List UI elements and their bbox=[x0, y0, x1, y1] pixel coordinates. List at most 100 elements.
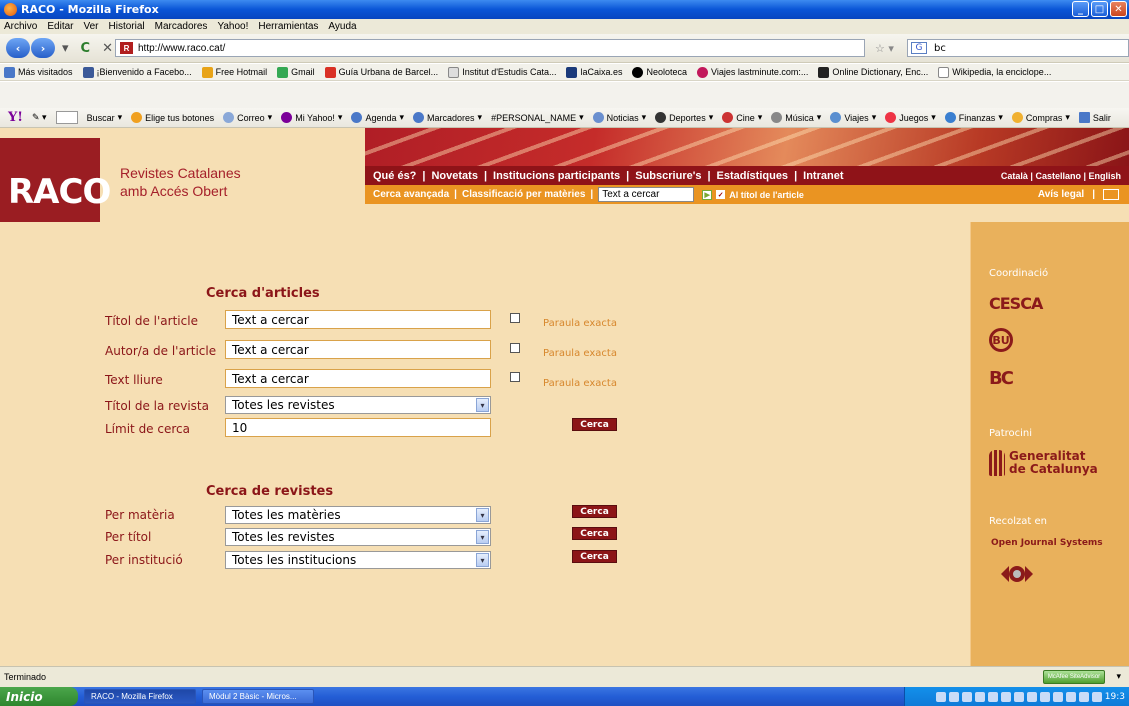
mcafee-siteadvisor-button[interactable]: McAfee SiteAdvisor bbox=[1043, 670, 1105, 684]
back-button[interactable]: ‹ bbox=[6, 38, 30, 58]
yahoo-cine-button[interactable]: Cine ▾ bbox=[722, 112, 762, 123]
cesca-logo[interactable]: CESCA bbox=[989, 294, 1043, 313]
yahoo-viajes-button[interactable]: Viajes ▾ bbox=[830, 112, 876, 123]
nav-classificacio[interactable]: Classificació per matèries bbox=[462, 189, 585, 200]
nav-subscriure[interactable]: Subscriure's bbox=[635, 170, 701, 182]
articles-search-button[interactable]: Cerca bbox=[572, 418, 617, 431]
start-button[interactable]: Inicio bbox=[0, 687, 78, 706]
tray-icon[interactable] bbox=[1000, 691, 1011, 702]
nav-novetats[interactable]: Novetats bbox=[431, 170, 477, 182]
legal-link[interactable]: Avís legal | bbox=[1038, 189, 1119, 200]
yahoo-search-button[interactable]: Buscar ▾ bbox=[87, 112, 123, 123]
menu-ayuda[interactable]: Ayuda bbox=[328, 21, 356, 32]
bookmark-item[interactable]: Institut d'Estudis Cata... bbox=[448, 66, 556, 78]
yahoo-logo-icon[interactable]: Y! bbox=[8, 110, 23, 125]
bookmark-item[interactable]: Wikipedia, la enciclope... bbox=[938, 66, 1051, 78]
menu-ver[interactable]: Ver bbox=[83, 21, 98, 32]
institution-select[interactable]: Totes les institucions ▾ bbox=[225, 551, 491, 569]
yahoo-pencil-icon[interactable]: ✎ ▾ bbox=[32, 112, 47, 123]
yahoo-finanzas-button[interactable]: Finanzas ▾ bbox=[944, 112, 1003, 123]
google-icon[interactable]: G bbox=[911, 42, 927, 54]
history-dropdown-icon[interactable]: ▾ bbox=[62, 41, 69, 56]
institution-search-button[interactable]: Cerca bbox=[572, 550, 617, 563]
chevron-down-icon[interactable]: ▾ bbox=[476, 508, 489, 522]
tray-icon[interactable] bbox=[1026, 691, 1037, 702]
chevron-down-icon[interactable]: ▾ bbox=[476, 553, 489, 567]
yahoo-correo-button[interactable]: Correo ▾ bbox=[223, 112, 272, 123]
bookmark-item[interactable]: laCaixa.es bbox=[566, 66, 622, 78]
raco-logo[interactable]: RACO bbox=[0, 138, 111, 222]
stop-icon[interactable]: ✕ bbox=[102, 41, 113, 56]
bc-logo[interactable]: BC bbox=[989, 368, 1014, 389]
quick-search-input[interactable]: Text a cercar bbox=[598, 187, 695, 202]
mcafee-dropdown-icon[interactable]: ▾ bbox=[1116, 671, 1121, 682]
menu-herramientas[interactable]: Herramientas bbox=[258, 21, 318, 32]
ojs-logo-icon[interactable] bbox=[1001, 564, 1033, 584]
by-title-search-button[interactable]: Cerca bbox=[572, 527, 617, 540]
tray-icon[interactable] bbox=[948, 691, 959, 702]
subject-search-button[interactable]: Cerca bbox=[572, 505, 617, 518]
taskbar-firefox[interactable]: RACO - Mozilla Firefox bbox=[84, 689, 196, 704]
bu-logo[interactable]: BU bbox=[989, 328, 1013, 352]
nav-institucions[interactable]: Institucions participants bbox=[493, 170, 620, 182]
tray-icon[interactable] bbox=[961, 691, 972, 702]
author-input[interactable]: Text a cercar bbox=[225, 340, 491, 359]
menu-editar[interactable]: Editar bbox=[47, 21, 73, 32]
tray-icon[interactable] bbox=[1039, 691, 1050, 702]
yahoo-agenda-button[interactable]: Agenda ▾ bbox=[351, 112, 404, 123]
nav-que-es[interactable]: Qué és? bbox=[373, 170, 416, 182]
yahoo-musica-button[interactable]: Música ▾ bbox=[771, 112, 821, 123]
subject-select[interactable]: Totes les matèries ▾ bbox=[225, 506, 491, 524]
minimize-button[interactable]: _ bbox=[1072, 1, 1089, 17]
tray-icon[interactable] bbox=[1052, 691, 1063, 702]
yahoo-elige-button[interactable]: Elige tus botones bbox=[131, 112, 214, 123]
author-exact-checkbox[interactable] bbox=[510, 343, 520, 353]
tray-icon[interactable] bbox=[935, 691, 946, 702]
tray-icon[interactable] bbox=[1091, 691, 1102, 702]
tray-icon[interactable] bbox=[1065, 691, 1076, 702]
tray-icon[interactable] bbox=[1013, 691, 1024, 702]
yahoo-personal-button[interactable]: #PERSONAL_NAME ▾ bbox=[491, 112, 584, 123]
limit-input[interactable]: 10 bbox=[225, 418, 491, 437]
search-input[interactable]: G bc bbox=[907, 39, 1129, 57]
bookmark-item[interactable]: Neoloteca bbox=[632, 66, 687, 78]
journal-select[interactable]: Totes les revistes ▾ bbox=[225, 396, 491, 414]
menu-archivo[interactable]: Archivo bbox=[4, 21, 37, 32]
maximize-button[interactable]: □ bbox=[1091, 1, 1108, 17]
title-exact-checkbox[interactable] bbox=[510, 313, 520, 323]
reload-icon[interactable]: C bbox=[81, 41, 91, 56]
yahoo-marcadores-button[interactable]: Marcadores ▾ bbox=[413, 112, 482, 123]
title-only-checkbox[interactable]: ✓ bbox=[716, 190, 726, 199]
chevron-down-icon[interactable]: ▾ bbox=[476, 530, 489, 544]
bookmark-item[interactable]: Online Dictionary, Enc... bbox=[818, 66, 928, 78]
chevron-down-icon[interactable]: ▾ bbox=[476, 398, 489, 412]
menu-historial[interactable]: Historial bbox=[109, 21, 145, 32]
nav-cerca-avancada[interactable]: Cerca avançada bbox=[373, 189, 449, 200]
bookmark-item[interactable]: ¡Bienvenido a Facebo... bbox=[82, 66, 192, 78]
yahoo-search-input[interactable] bbox=[55, 111, 78, 124]
taskbar-word[interactable]: Mòdul 2 Bàsic - Micros... bbox=[202, 689, 314, 704]
quick-search-go-button[interactable]: ▶ bbox=[702, 189, 713, 200]
yahoo-miyahoo-button[interactable]: Mi Yahoo! ▾ bbox=[281, 112, 342, 123]
tray-icon[interactable] bbox=[987, 691, 998, 702]
bookmark-item[interactable]: Viajes lastminute.com:... bbox=[697, 66, 808, 78]
close-button[interactable]: ✕ bbox=[1110, 1, 1127, 17]
yahoo-compras-button[interactable]: Compras ▾ bbox=[1011, 112, 1070, 123]
forward-button[interactable]: › bbox=[31, 38, 55, 58]
yahoo-noticias-button[interactable]: Noticias ▾ bbox=[592, 112, 646, 123]
ojs-link[interactable]: Open Journal Systems bbox=[991, 538, 1103, 548]
yahoo-juegos-button[interactable]: Juegos ▾ bbox=[885, 112, 936, 123]
url-bar[interactable]: R http://www.raco.cat/ bbox=[115, 39, 865, 57]
bookmark-item[interactable]: Gmail bbox=[277, 66, 315, 78]
legal-label[interactable]: Avís legal bbox=[1038, 189, 1084, 200]
bookmark-star-icon[interactable]: ☆ ▾ bbox=[875, 42, 894, 55]
menu-yahoo[interactable]: Yahoo! bbox=[217, 21, 248, 32]
envelope-icon[interactable] bbox=[1103, 189, 1119, 200]
by-title-select[interactable]: Totes les revistes ▾ bbox=[225, 528, 491, 546]
generalitat-logo[interactable]: Generalitat de Catalunya bbox=[1009, 450, 1098, 476]
yahoo-deportes-button[interactable]: Deportes ▾ bbox=[655, 112, 713, 123]
bookmark-item[interactable]: Guía Urbana de Barcel... bbox=[324, 66, 438, 78]
title-input[interactable]: Text a cercar bbox=[225, 310, 491, 329]
tray-icon[interactable] bbox=[1078, 691, 1089, 702]
nav-intranet[interactable]: Intranet bbox=[803, 170, 843, 182]
